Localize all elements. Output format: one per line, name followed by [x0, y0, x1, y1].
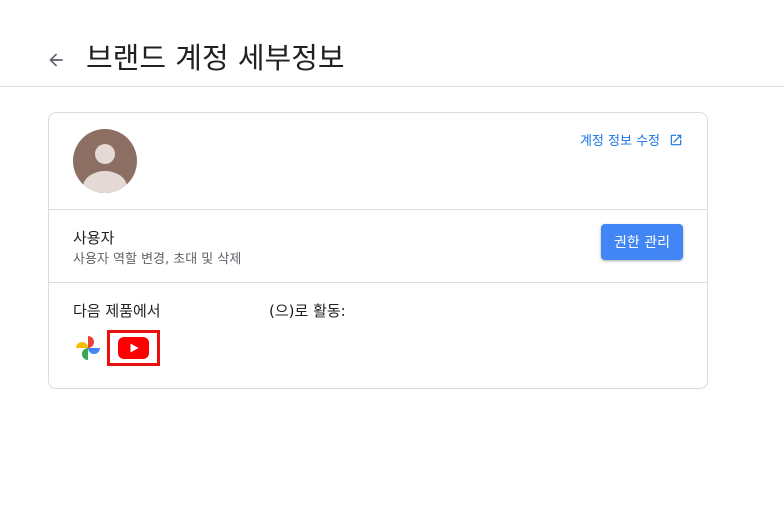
products-label: 다음 제품에서 — [73, 302, 161, 320]
product-icon-list — [73, 330, 160, 366]
edit-account-info-label: 계정 정보 수정 — [579, 134, 660, 149]
manage-permissions-button[interactable]: 권한 관리 — [601, 224, 683, 260]
google-photos-icon[interactable] — [73, 333, 103, 363]
avatar — [73, 129, 137, 193]
products-section: 다음 제품에서 (으)로 활동: — [49, 283, 707, 388]
users-section: 사용자 사용자 역할 변경, 초대 및 삭제 권한 관리 — [49, 210, 707, 283]
youtube-icon[interactable] — [107, 330, 160, 366]
open-in-new-icon — [669, 133, 683, 147]
users-description: 사용자 역할 변경, 초대 및 삭제 — [73, 252, 242, 267]
page-title: 브랜드 계정 세부정보 — [86, 41, 345, 75]
default-avatar-icon — [73, 144, 137, 193]
page-header: 브랜드 계정 세부정보 — [0, 0, 784, 87]
arrow-back-icon — [46, 50, 66, 70]
back-button[interactable] — [42, 46, 70, 74]
edit-account-info-link[interactable]: 계정 정보 수정 — [580, 130, 683, 149]
users-title: 사용자 — [73, 229, 115, 247]
account-details-card: 계정 정보 수정 사용자 사용자 역할 변경, 초대 및 삭제 권한 관리 다음… — [48, 112, 708, 389]
profile-section: 계정 정보 수정 — [49, 113, 707, 210]
products-label-suffix: (으)로 활동: — [269, 302, 346, 320]
